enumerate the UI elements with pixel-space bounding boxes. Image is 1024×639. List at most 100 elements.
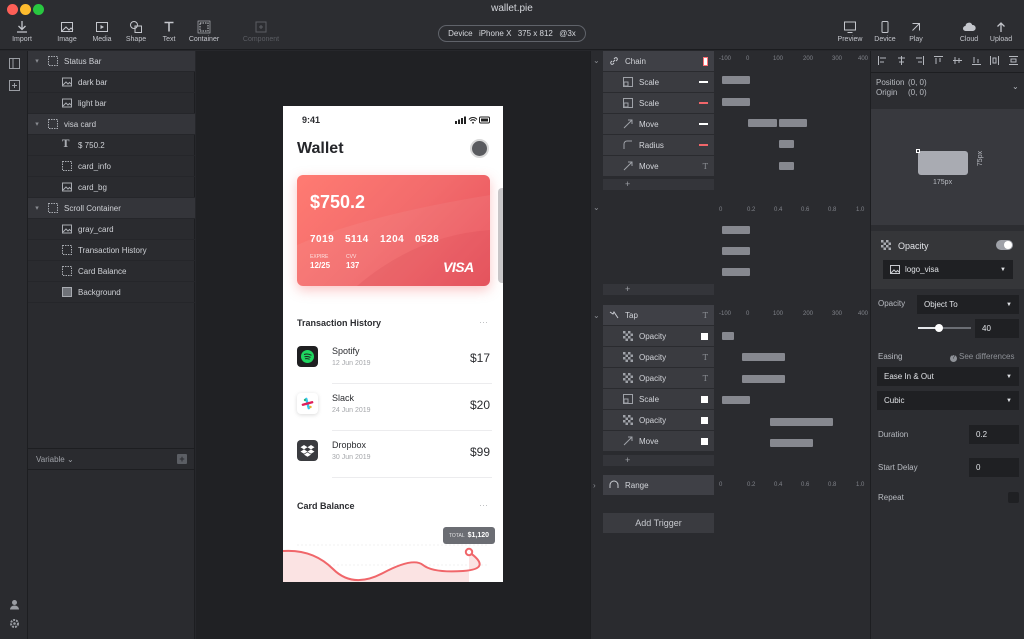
animation-row[interactable]: Scale <box>603 389 714 410</box>
align-top-icon[interactable] <box>934 56 944 65</box>
align-left-icon[interactable] <box>878 56 887 65</box>
animation-row[interactable]: Move T <box>603 156 714 177</box>
animation-row[interactable]: Radius <box>603 135 714 156</box>
keyframe-bar[interactable] <box>748 119 777 127</box>
transaction-item[interactable]: Spotify 12 Jun 2019 $17 <box>297 346 492 390</box>
opacity-value-input[interactable]: 40 <box>975 319 1019 338</box>
phone-artboard[interactable]: 9:41 Wallet $750.2 7019 5114 1204 0528 E… <box>283 106 503 582</box>
keyframe-bar[interactable] <box>722 98 750 106</box>
preview-button[interactable]: Preview <box>836 20 864 46</box>
more-icon[interactable]: ··· <box>479 317 488 327</box>
device-button[interactable]: Device <box>872 20 898 46</box>
trigger-range[interactable]: Range <box>603 475 714 496</box>
component-button[interactable]: Component <box>240 20 282 46</box>
enable-toggle[interactable] <box>996 240 1013 250</box>
align-middle-icon[interactable] <box>952 56 962 65</box>
text-button[interactable]: Text <box>158 20 180 46</box>
container-button[interactable]: Container <box>187 20 221 46</box>
duration-input[interactable]: 0.2 <box>969 425 1019 444</box>
layer-background[interactable]: Background <box>28 282 195 303</box>
animation-row[interactable]: Scale <box>603 93 714 114</box>
animation-row[interactable]: Opacity T <box>603 347 714 368</box>
layer-transaction-history[interactable]: Transaction History <box>28 240 195 261</box>
trigger-chain[interactable]: Chain <box>603 51 714 72</box>
collapse-arrow-icon[interactable]: ▾ <box>32 120 42 128</box>
animation-row[interactable]: Opacity <box>603 410 714 431</box>
add-animation-button[interactable]: + <box>603 455 714 466</box>
collapse-arrow-icon[interactable]: ▾ <box>32 204 42 212</box>
layer-light-bar[interactable]: light bar <box>28 93 195 114</box>
chevron-down-icon[interactable]: ⌄ <box>593 203 600 212</box>
layer-card-bg[interactable]: card_bg <box>28 177 195 198</box>
keyframe-bar[interactable] <box>779 162 794 170</box>
animation-row[interactable]: Scale <box>603 72 714 93</box>
keyframe-bar[interactable] <box>722 247 750 255</box>
keyframe-bar[interactable] <box>722 76 750 84</box>
keyframe-bar[interactable] <box>722 226 750 234</box>
repeat-checkbox[interactable] <box>1008 492 1019 503</box>
cloud-button[interactable]: Cloud <box>957 20 981 46</box>
variable-dropdown[interactable]: Variable ⌄ <box>36 455 74 464</box>
layer-dark-bar[interactable]: dark bar <box>28 72 195 93</box>
add-trigger-button[interactable]: Add Trigger <box>603 513 714 533</box>
distribute-vertical-icon[interactable] <box>1008 56 1018 65</box>
avatar[interactable] <box>470 139 489 158</box>
align-center-icon[interactable] <box>897 56 906 65</box>
trigger-tap[interactable]: Tap T <box>603 305 714 326</box>
align-right-icon[interactable] <box>915 56 925 65</box>
image-button[interactable]: Image <box>55 20 79 46</box>
animation-row[interactable]: Opacity <box>603 326 714 347</box>
keyframe-bar[interactable] <box>722 396 750 404</box>
chevron-down-icon[interactable]: ⌄ <box>593 56 600 65</box>
opacity-mode-select[interactable]: Object To ▼ <box>917 295 1019 314</box>
add-animation-button[interactable]: + <box>603 179 714 190</box>
origin-handle[interactable] <box>916 149 920 153</box>
assets-panel-icon[interactable] <box>9 80 20 91</box>
chevron-right-icon[interactable]: › <box>593 481 596 490</box>
easing-select[interactable]: Ease In & Out ▼ <box>877 367 1019 386</box>
curve-select[interactable]: Cubic ▼ <box>877 391 1019 410</box>
more-icon[interactable]: ··· <box>479 500 488 510</box>
layer-amount-text[interactable]: T $ 750.2 <box>28 135 195 156</box>
keyframe-bar[interactable] <box>742 353 785 361</box>
shape-button[interactable]: Shape <box>123 20 149 46</box>
keyframe-bar[interactable] <box>770 418 833 426</box>
animation-row[interactable]: Opacity T <box>603 368 714 389</box>
start-delay-input[interactable]: 0 <box>969 458 1019 477</box>
layer-card-balance[interactable]: Card Balance <box>28 261 195 282</box>
add-animation-button[interactable]: + <box>603 284 714 295</box>
slider-knob[interactable] <box>935 324 944 332</box>
distribute-horizontal-icon[interactable] <box>990 56 1000 65</box>
layer-card-info[interactable]: card_info <box>28 156 195 177</box>
keyframe-bar[interactable] <box>742 375 785 383</box>
opacity-slider[interactable] <box>918 324 971 332</box>
transaction-item[interactable]: Dropbox 30 Jun 2019 $99 <box>297 440 492 484</box>
settings-icon[interactable] <box>9 618 20 629</box>
keyframe-bar[interactable] <box>770 439 813 447</box>
layers-panel-icon[interactable] <box>9 58 20 69</box>
upload-button[interactable]: Upload <box>988 20 1014 46</box>
layer-scroll-container[interactable]: ▾ Scroll Container <box>28 198 195 219</box>
visa-card[interactable]: $750.2 7019 5114 1204 0528 EXPIRE 12/25 … <box>297 175 490 286</box>
layer-gray-card[interactable]: gray_card <box>28 219 195 240</box>
align-bottom-icon[interactable] <box>971 56 981 65</box>
keyframe-bar[interactable] <box>779 140 794 148</box>
collapse-arrow-icon[interactable]: ▾ <box>32 57 42 65</box>
animation-row[interactable]: Move <box>603 431 714 452</box>
keyframe-bar[interactable] <box>779 119 807 127</box>
layer-visa-card[interactable]: ▾ visa card <box>28 114 195 135</box>
play-button[interactable]: Play <box>905 20 927 46</box>
animation-row[interactable]: Move <box>603 114 714 135</box>
keyframe-bar[interactable] <box>722 332 734 340</box>
media-button[interactable]: Media <box>89 20 115 46</box>
target-layer-select[interactable]: logo_visa ▼ <box>883 260 1013 279</box>
add-variable-button[interactable]: + <box>177 454 187 464</box>
transaction-item[interactable]: Slack 24 Jun 2019 $20 <box>297 393 492 437</box>
device-selector[interactable]: Device iPhone X 375 x 812 @3x <box>438 25 586 42</box>
import-button[interactable]: Import <box>9 20 35 46</box>
chevron-down-icon[interactable]: ⌄ <box>593 311 600 320</box>
user-icon[interactable] <box>9 599 20 610</box>
keyframe-bar[interactable] <box>722 268 750 276</box>
layer-status-bar[interactable]: ▾ Status Bar <box>28 51 195 72</box>
chevron-down-icon[interactable]: ⌄ <box>1012 82 1019 91</box>
